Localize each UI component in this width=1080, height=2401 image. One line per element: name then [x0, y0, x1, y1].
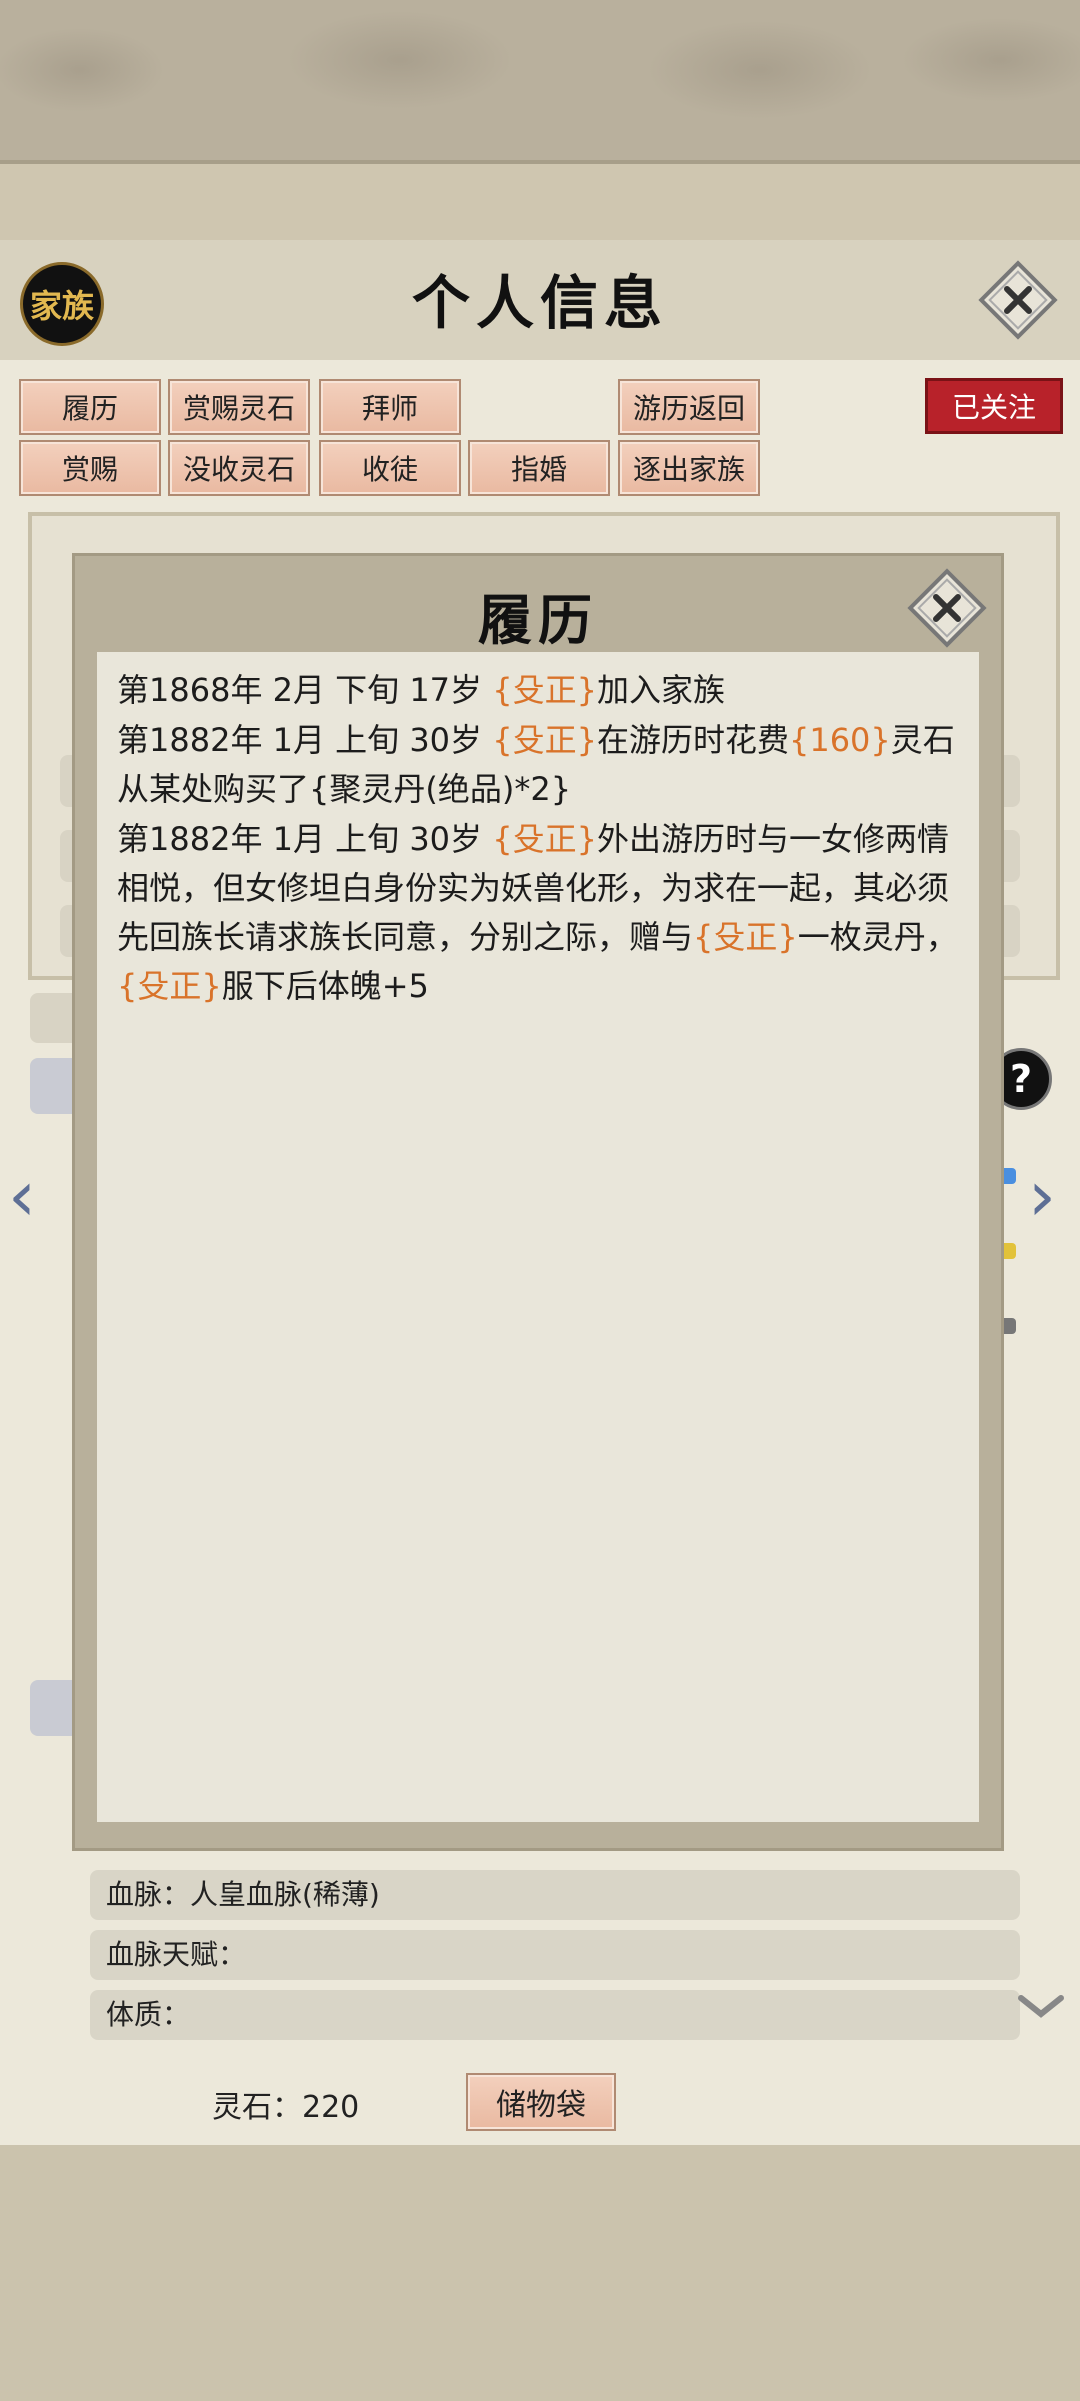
- constitution-row: 体质：: [90, 1990, 1020, 2040]
- bloodline-talent-row: 血脉天赋：: [90, 1930, 1020, 1980]
- history-log: 第1868年 2月 下旬 17岁 {殳正}加入家族 第1882年 1月 上旬 3…: [97, 652, 979, 1822]
- history-entry: 第1882年 1月 上旬 30岁 {殳正}在游历时花费{160}灵石从某处购买了…: [117, 721, 955, 808]
- history-modal: 履历 第1868年 2月 下旬 17岁 {殳正}加入家族 第1882年 1月 上…: [72, 553, 1004, 1851]
- history-button[interactable]: 履历: [19, 379, 161, 435]
- bottom-band: [0, 2145, 1080, 2401]
- page-title: 个人信息: [411, 269, 668, 337]
- arrow-right-icon[interactable]: ›: [1028, 1155, 1056, 1237]
- travel-return-button[interactable]: 游历返回: [618, 379, 760, 435]
- close-icon[interactable]: [976, 258, 1060, 342]
- expel-from-clan-button[interactable]: 逐出家族: [618, 440, 760, 496]
- spirit-stone-count: 灵石：220: [212, 2090, 360, 2125]
- decorative-cloud-band: [0, 0, 1080, 164]
- reward-button[interactable]: 赏赐: [19, 440, 161, 496]
- reward-stones-button[interactable]: 赏赐灵石: [168, 379, 310, 435]
- close-icon[interactable]: [905, 566, 989, 650]
- confiscate-stones-button[interactable]: 没收灵石: [168, 440, 310, 496]
- history-entry: 第1882年 1月 上旬 30岁 {殳正}外出游历时与一女修两情相悦，但女修坦白…: [117, 820, 958, 1005]
- follow-status-button[interactable]: 已关注: [925, 378, 1063, 434]
- storage-bag-button[interactable]: 储物袋: [466, 2073, 616, 2131]
- bloodline-row: 血脉：人皇血脉(稀薄): [90, 1870, 1020, 1920]
- arrow-left-icon[interactable]: ‹: [8, 1155, 36, 1237]
- chevron-down-icon[interactable]: [1016, 1992, 1066, 2022]
- arrange-marriage-button[interactable]: 指婚: [468, 440, 610, 496]
- history-entry: 第1868年 2月 下旬 17岁 {殳正}加入家族: [117, 671, 725, 709]
- modal-title: 履历: [478, 588, 598, 652]
- take-disciple-button[interactable]: 收徒: [319, 440, 461, 496]
- take-master-button[interactable]: 拜师: [319, 379, 461, 435]
